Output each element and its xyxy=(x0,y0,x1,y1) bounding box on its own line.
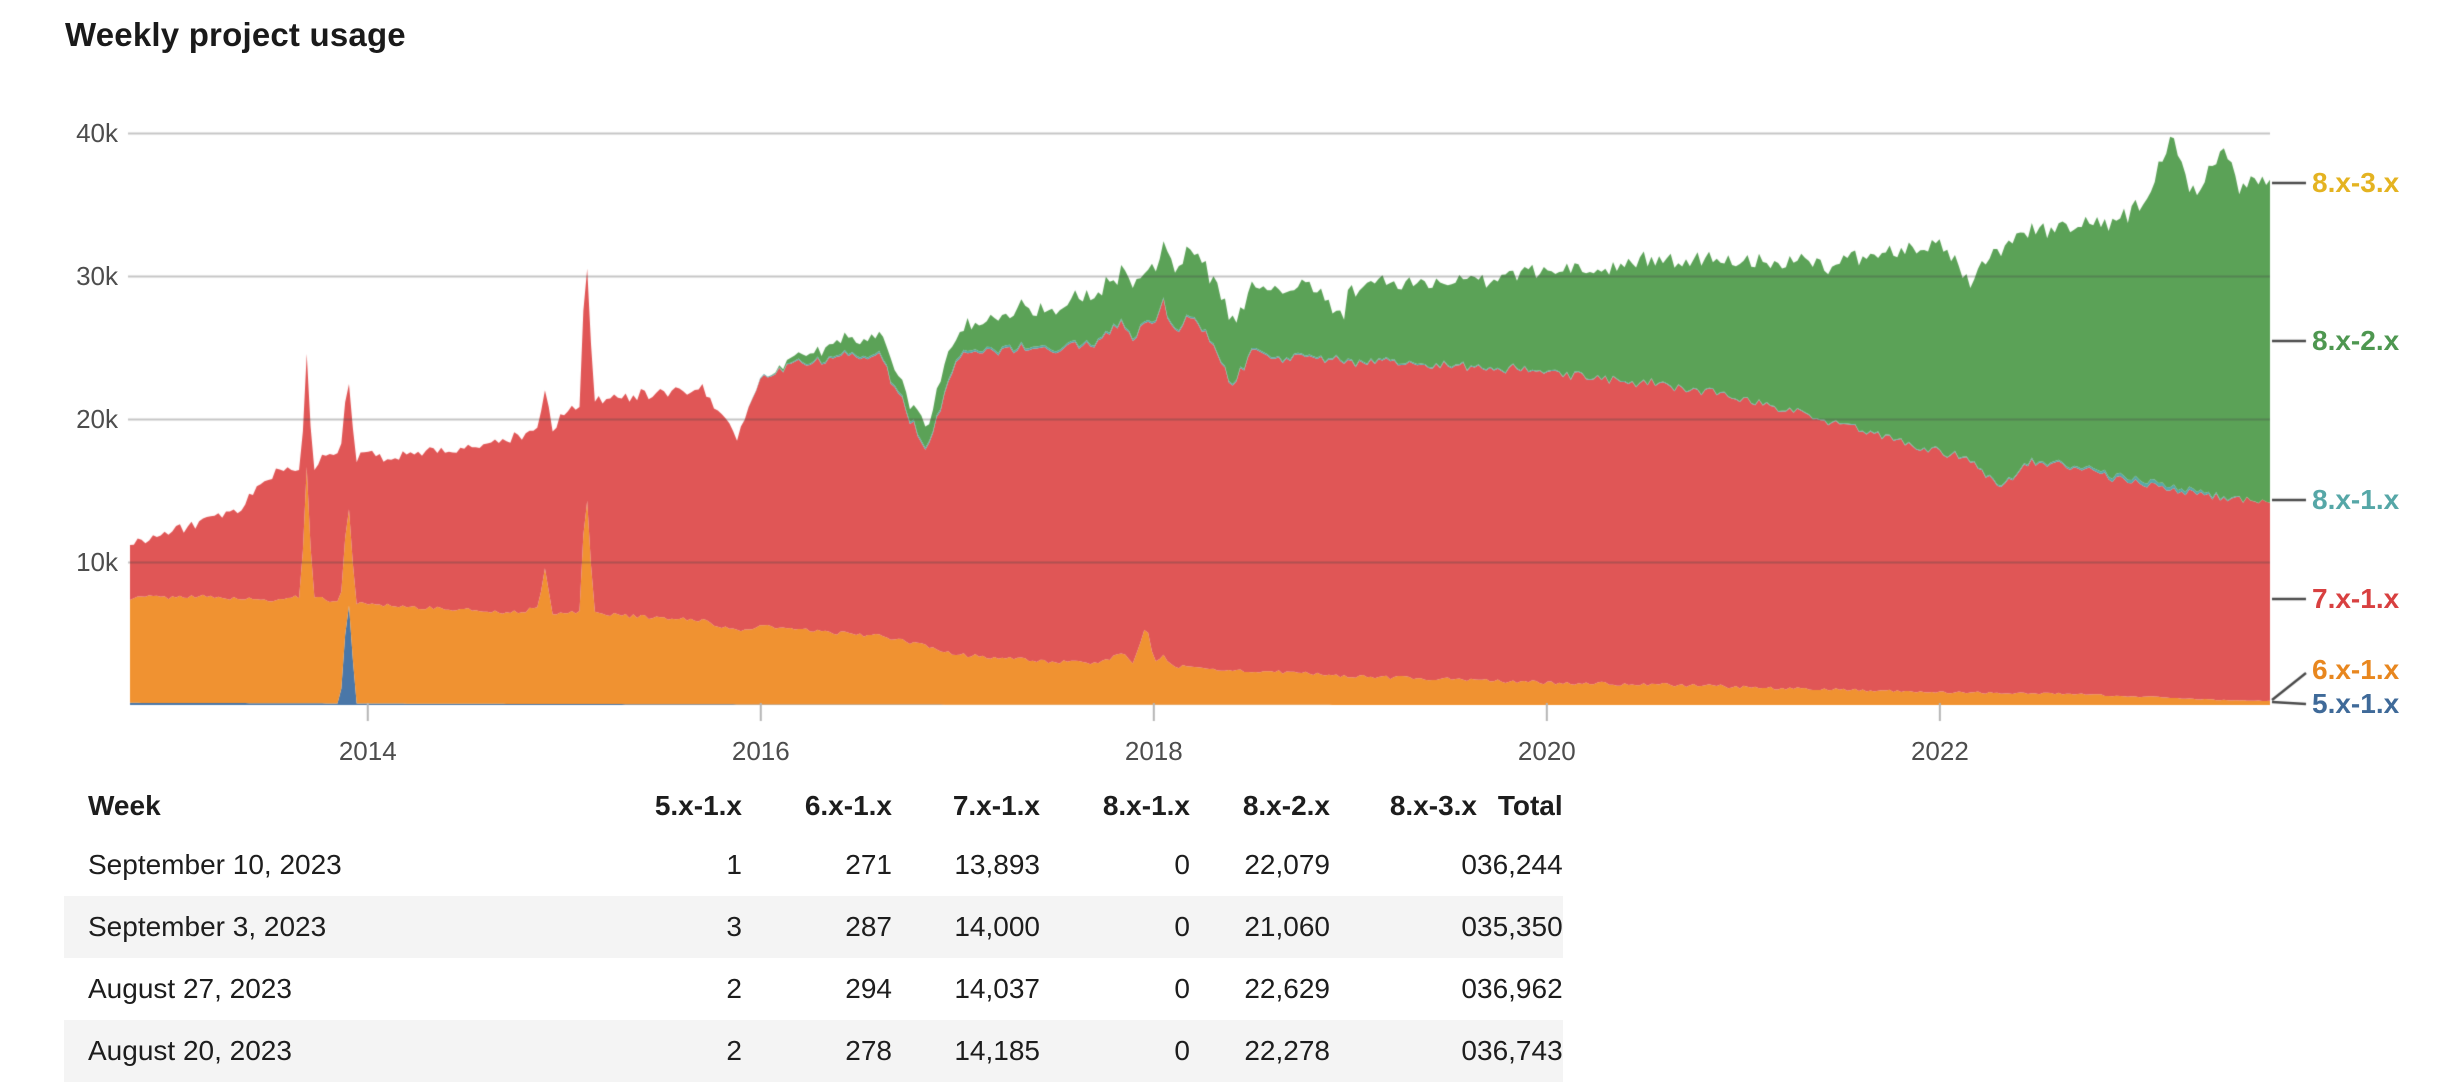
value-cell: 36,962 xyxy=(1477,958,1563,1020)
x-tick-label: 2016 xyxy=(701,736,821,766)
value-cell: 1 xyxy=(592,834,742,896)
value-cell: 0 xyxy=(1330,896,1477,958)
table-row: August 20, 2023227814,185022,278036,743 xyxy=(64,1020,1563,1082)
value-cell: 294 xyxy=(742,958,892,1020)
value-cell: 22,079 xyxy=(1190,834,1330,896)
value-cell: 3 xyxy=(592,896,742,958)
value-cell: 2 xyxy=(592,1020,742,1082)
x-tick-label: 2018 xyxy=(1094,736,1214,766)
value-cell: 0 xyxy=(1040,896,1190,958)
value-cell: 22,278 xyxy=(1190,1020,1330,1082)
column-header-8x1x: 8.x-1.x xyxy=(1040,778,1190,834)
column-header-6x1x: 6.x-1.x xyxy=(742,778,892,834)
y-tick-label: 40k xyxy=(0,118,118,148)
week-cell: September 10, 2023 xyxy=(64,834,592,896)
table-row: September 10, 2023127113,893022,079036,2… xyxy=(64,834,1563,896)
table-row: August 27, 2023229414,037022,629036,962 xyxy=(64,958,1563,1020)
y-tick-label: 20k xyxy=(0,404,118,434)
value-cell: 36,244 xyxy=(1477,834,1563,896)
x-tick-label: 2014 xyxy=(308,736,428,766)
week-cell: September 3, 2023 xyxy=(64,896,592,958)
y-tick-label: 10k xyxy=(0,547,118,577)
value-cell: 14,000 xyxy=(892,896,1040,958)
value-cell: 0 xyxy=(1330,958,1477,1020)
table-row: September 3, 2023328714,000021,060035,35… xyxy=(64,896,1563,958)
value-cell: 2 xyxy=(592,958,742,1020)
x-tick-label: 2022 xyxy=(1880,736,2000,766)
weekly-usage-chart: 40k 30k 20k 10k 2014 2016 2018 2020 2022 8.x-3.… xyxy=(0,0,2447,780)
value-cell: 0 xyxy=(1330,834,1477,896)
value-cell: 278 xyxy=(742,1020,892,1082)
value-cell: 0 xyxy=(1040,958,1190,1020)
value-cell: 35,350 xyxy=(1477,896,1563,958)
legend-label-8x1x: 8.x-1.x xyxy=(2312,484,2399,516)
legend-label-7x1x: 7.x-1.x xyxy=(2312,583,2399,615)
column-header-7x1x: 7.x-1.x xyxy=(892,778,1040,834)
week-cell: August 27, 2023 xyxy=(64,958,592,1020)
column-header-8x3x: 8.x-3.x xyxy=(1330,778,1477,834)
value-cell: 21,060 xyxy=(1190,896,1330,958)
column-header-8x2x: 8.x-2.x xyxy=(1190,778,1330,834)
column-header-Total: Total xyxy=(1477,778,1563,834)
value-cell: 14,185 xyxy=(892,1020,1040,1082)
value-cell: 14,037 xyxy=(892,958,1040,1020)
x-tick-label: 2020 xyxy=(1487,736,1607,766)
value-cell: 0 xyxy=(1040,1020,1190,1082)
value-cell: 287 xyxy=(742,896,892,958)
legend-label-8x2x: 8.x-2.x xyxy=(2312,325,2399,357)
stacked-area-chart-canvas xyxy=(0,0,2447,780)
column-header-5x1x: 5.x-1.x xyxy=(592,778,742,834)
value-cell: 36,743 xyxy=(1477,1020,1563,1082)
value-cell: 13,893 xyxy=(892,834,1040,896)
y-tick-label: 30k xyxy=(0,261,118,291)
week-cell: August 20, 2023 xyxy=(64,1020,592,1082)
value-cell: 0 xyxy=(1330,1020,1477,1082)
value-cell: 0 xyxy=(1040,834,1190,896)
legend-label-6x1x: 6.x-1.x xyxy=(2312,654,2399,686)
legend-label-8x3x: 8.x-3.x xyxy=(2312,167,2399,199)
value-cell: 271 xyxy=(742,834,892,896)
legend-label-5x1x: 5.x-1.x xyxy=(2312,688,2399,720)
weekly-usage-table: Week5.x-1.x6.x-1.x7.x-1.x8.x-1.x8.x-2.x8… xyxy=(64,778,1563,1082)
column-header-week: Week xyxy=(64,778,592,834)
table-header-row: Week5.x-1.x6.x-1.x7.x-1.x8.x-1.x8.x-2.x8… xyxy=(64,778,1563,834)
value-cell: 22,629 xyxy=(1190,958,1330,1020)
